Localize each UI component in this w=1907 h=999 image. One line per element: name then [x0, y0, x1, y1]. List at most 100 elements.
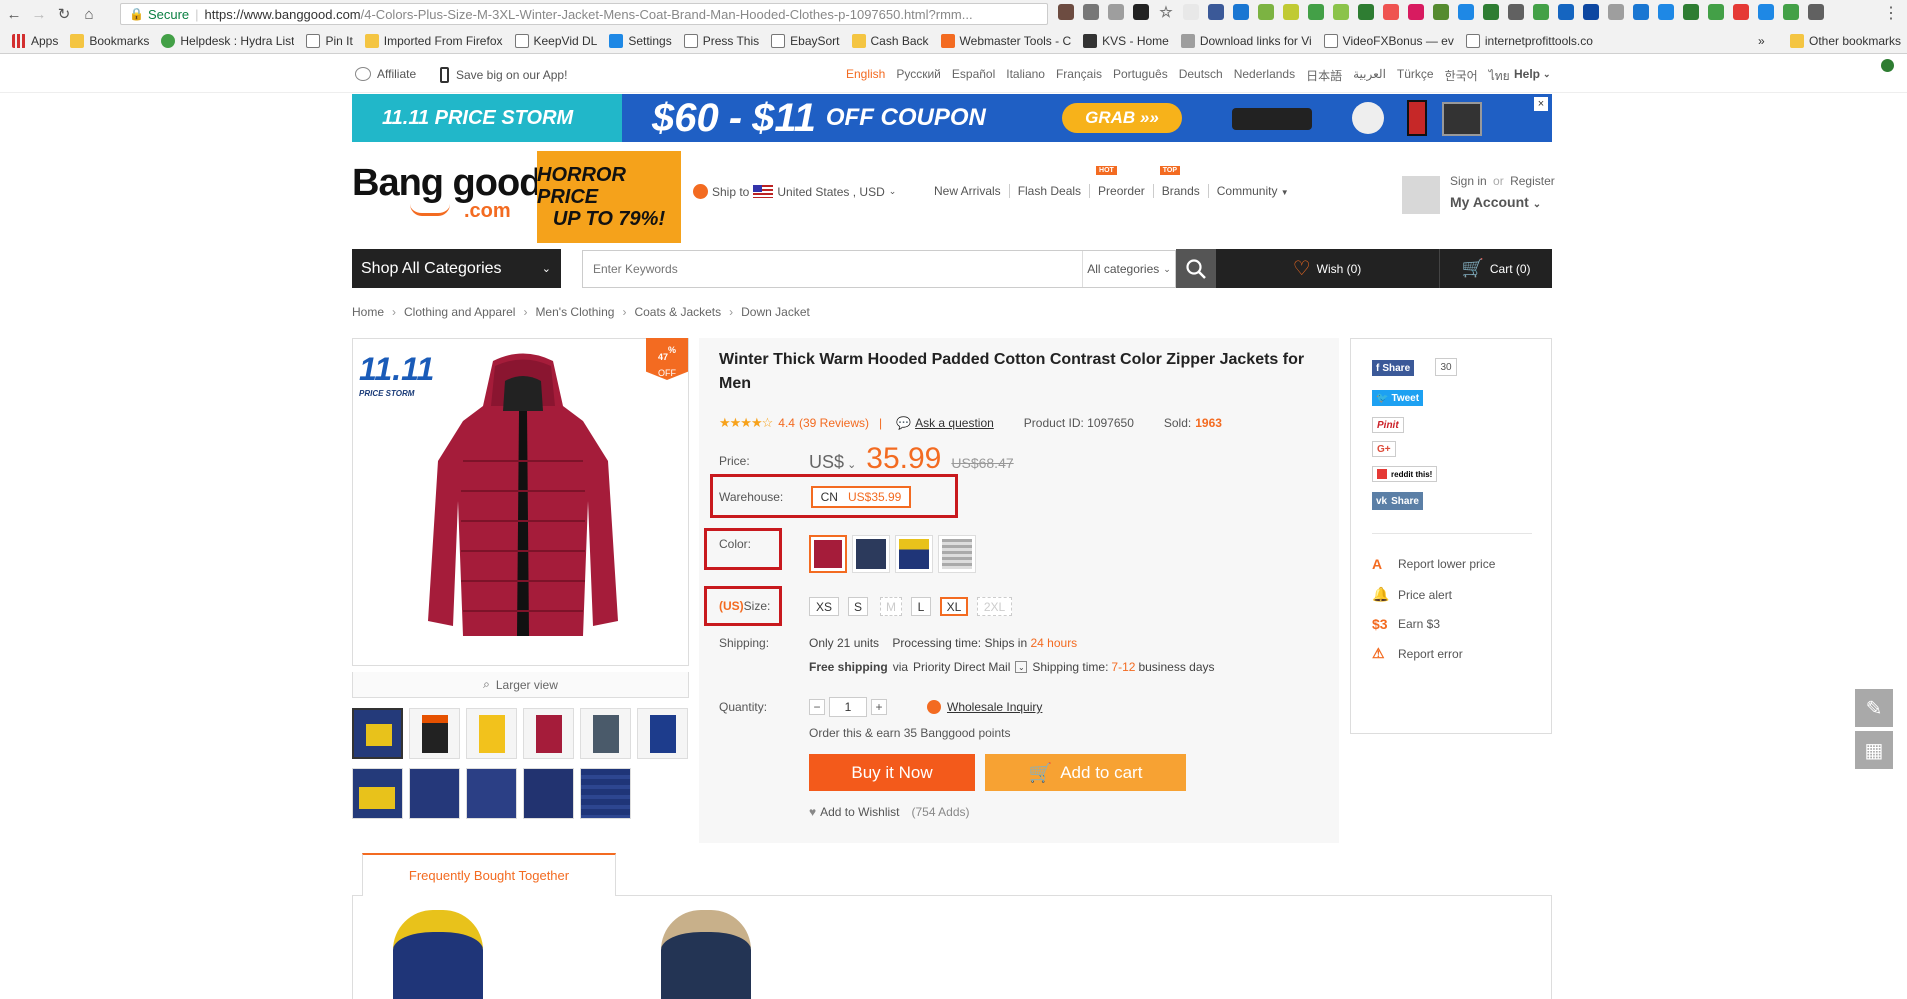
nav-flash-deals[interactable]: Flash Deals [1008, 184, 1089, 198]
currency-selector[interactable]: US$ ⌄ [809, 452, 856, 473]
register-link[interactable]: Register [1510, 174, 1555, 188]
bookmarks-overflow[interactable]: » [1758, 34, 1765, 48]
lang-turkish[interactable]: Türkçe [1397, 67, 1434, 86]
quantity-input[interactable]: 1 [829, 697, 867, 717]
extension-icon[interactable] [1308, 4, 1324, 20]
thumbnail[interactable] [466, 768, 517, 819]
extension-icon[interactable] [1458, 4, 1474, 20]
logo[interactable]: Bang good [352, 162, 542, 205]
extension-icon[interactable] [1083, 4, 1099, 20]
lang-dutch[interactable]: Nederlands [1234, 67, 1295, 86]
bookmark-item[interactable]: EbaySort [771, 33, 840, 48]
extension-icon[interactable] [1383, 4, 1399, 20]
extension-icon[interactable] [1608, 4, 1624, 20]
size-option-s[interactable]: S [848, 597, 868, 616]
nav-new-arrivals[interactable]: New Arrivals [926, 184, 1009, 198]
thumbnail[interactable] [409, 708, 460, 759]
cart-button[interactable]: 🛒 Cart (0) [1439, 249, 1552, 288]
nav-preorder[interactable]: HOT Preorder [1089, 166, 1153, 198]
bookmark-item[interactable]: Webmaster Tools - C [940, 33, 1071, 48]
bookmark-item[interactable]: Settings [609, 33, 672, 48]
thumbnail[interactable] [466, 708, 517, 759]
bookmark-item[interactable]: Helpdesk : Hydra List [161, 33, 294, 48]
extension-icon[interactable] [1808, 4, 1824, 20]
extension-icon[interactable] [1233, 4, 1249, 20]
my-account-menu[interactable]: My Account ⌄ [1450, 194, 1541, 210]
warehouse-option[interactable]: CN US$35.99 [811, 486, 911, 508]
wish-button[interactable]: ♡ Wish (0) [1216, 249, 1438, 288]
breadcrumb-coats[interactable]: Coats & Jackets [634, 305, 721, 319]
promo-banner[interactable]: 11.11 PRICE STORM $60 - $11 OFF COUPON G… [352, 94, 1552, 142]
affiliate-link[interactable]: Affiliate [355, 67, 416, 81]
reddit-button[interactable]: reddit this! [1372, 466, 1438, 482]
lang-italian[interactable]: Italiano [1006, 67, 1045, 86]
extension-icon[interactable] [1533, 4, 1549, 20]
nav-community[interactable]: Community ▼ [1207, 184, 1297, 198]
larger-view-button[interactable]: ⌕ Larger view [352, 672, 689, 698]
color-swatch-grey[interactable] [938, 535, 976, 573]
thumbnail[interactable] [637, 708, 688, 759]
lang-japanese[interactable]: 日本語 [1306, 67, 1342, 86]
bookmark-item[interactable]: Bookmarks [70, 33, 149, 48]
extension-icon[interactable] [1358, 4, 1374, 20]
notification-icon[interactable] [1881, 59, 1894, 72]
extension-icon[interactable] [1783, 4, 1799, 20]
earn-link[interactable]: $3 Earn $3 [1372, 616, 1440, 632]
close-icon[interactable]: × [1534, 97, 1548, 111]
extension-icon[interactable] [1183, 4, 1199, 20]
lang-korean[interactable]: 한국어 [1445, 67, 1478, 86]
report-error-link[interactable]: ⚠ Report error [1372, 645, 1463, 662]
thumbnail[interactable] [523, 708, 574, 759]
google-plus-button[interactable]: G+ [1372, 441, 1396, 457]
ship-to-selector[interactable]: Ship to United States , USD ⌄ [693, 184, 896, 199]
bookmark-item[interactable]: KeepVid DL [514, 33, 597, 48]
bookmark-item[interactable]: KVS - Home [1083, 33, 1169, 48]
breadcrumb-mens-clothing[interactable]: Men's Clothing [535, 305, 614, 319]
chevron-down-icon[interactable]: ⌄ [1015, 661, 1028, 673]
lang-english[interactable]: English [846, 67, 885, 86]
pinterest-button[interactable]: Pinit [1372, 417, 1404, 433]
help-menu[interactable]: Help ⌄ [1514, 67, 1551, 81]
bookmark-item[interactable]: Pin It [306, 33, 353, 48]
search-button[interactable] [1176, 249, 1216, 288]
lang-spanish[interactable]: Español [952, 67, 995, 86]
color-swatch-blue-yellow[interactable] [895, 535, 933, 573]
quantity-decrease[interactable]: − [809, 699, 825, 715]
breadcrumb-clothing[interactable]: Clothing and Apparel [404, 305, 515, 319]
thumbnail[interactable] [352, 768, 403, 819]
extension-icon[interactable] [1483, 4, 1499, 20]
extension-icon[interactable] [1508, 4, 1524, 20]
wholesale-inquiry-link[interactable]: Wholesale Inquiry [927, 700, 1042, 714]
lang-german[interactable]: Deutsch [1179, 67, 1223, 86]
extension-icon[interactable] [1333, 4, 1349, 20]
size-option-l[interactable]: L [911, 597, 931, 616]
color-swatch-navy[interactable] [852, 535, 890, 573]
extension-icon[interactable] [1583, 4, 1599, 20]
report-lower-price-link[interactable]: A Report lower price [1372, 556, 1495, 572]
size-option-2xl[interactable]: 2XL [977, 597, 1012, 616]
add-to-wishlist-link[interactable]: ♥ Add to Wishlist (754 Adds) [809, 805, 970, 819]
horror-price-promo[interactable]: HORROR PRICE UP TO 79%! [537, 151, 681, 243]
bookmark-item[interactable]: internetprofittools.co [1465, 33, 1593, 48]
color-swatch-red[interactable] [809, 535, 847, 573]
qr-code-icon[interactable]: ▦ [1855, 731, 1893, 769]
sign-in-link[interactable]: Sign in [1450, 174, 1487, 188]
extension-icon[interactable] [1208, 4, 1224, 20]
extension-icon[interactable] [1433, 4, 1449, 20]
bookmark-item[interactable]: Download links for Vi [1180, 33, 1312, 48]
ask-question-link[interactable]: Ask a question [915, 416, 994, 430]
tweet-button[interactable]: 🐦 Tweet [1372, 390, 1424, 406]
home-icon[interactable]: ⌂ [78, 3, 100, 25]
thumbnail[interactable] [580, 708, 631, 759]
thumbnail[interactable] [352, 708, 403, 759]
lang-thai[interactable]: ไทย [1489, 67, 1510, 86]
extension-icon[interactable] [1658, 4, 1674, 20]
app-link[interactable]: Save big on our App! [440, 67, 567, 83]
lang-arabic[interactable]: العربية [1353, 67, 1386, 86]
search-input[interactable] [583, 251, 1082, 287]
grab-button[interactable]: GRAB »» [1062, 103, 1182, 133]
thumbnail[interactable] [580, 768, 631, 819]
reviews-link[interactable]: (39 Reviews) [799, 416, 869, 430]
reload-icon[interactable]: ↻ [53, 3, 75, 25]
other-bookmarks[interactable]: Other bookmarks [1790, 33, 1901, 48]
